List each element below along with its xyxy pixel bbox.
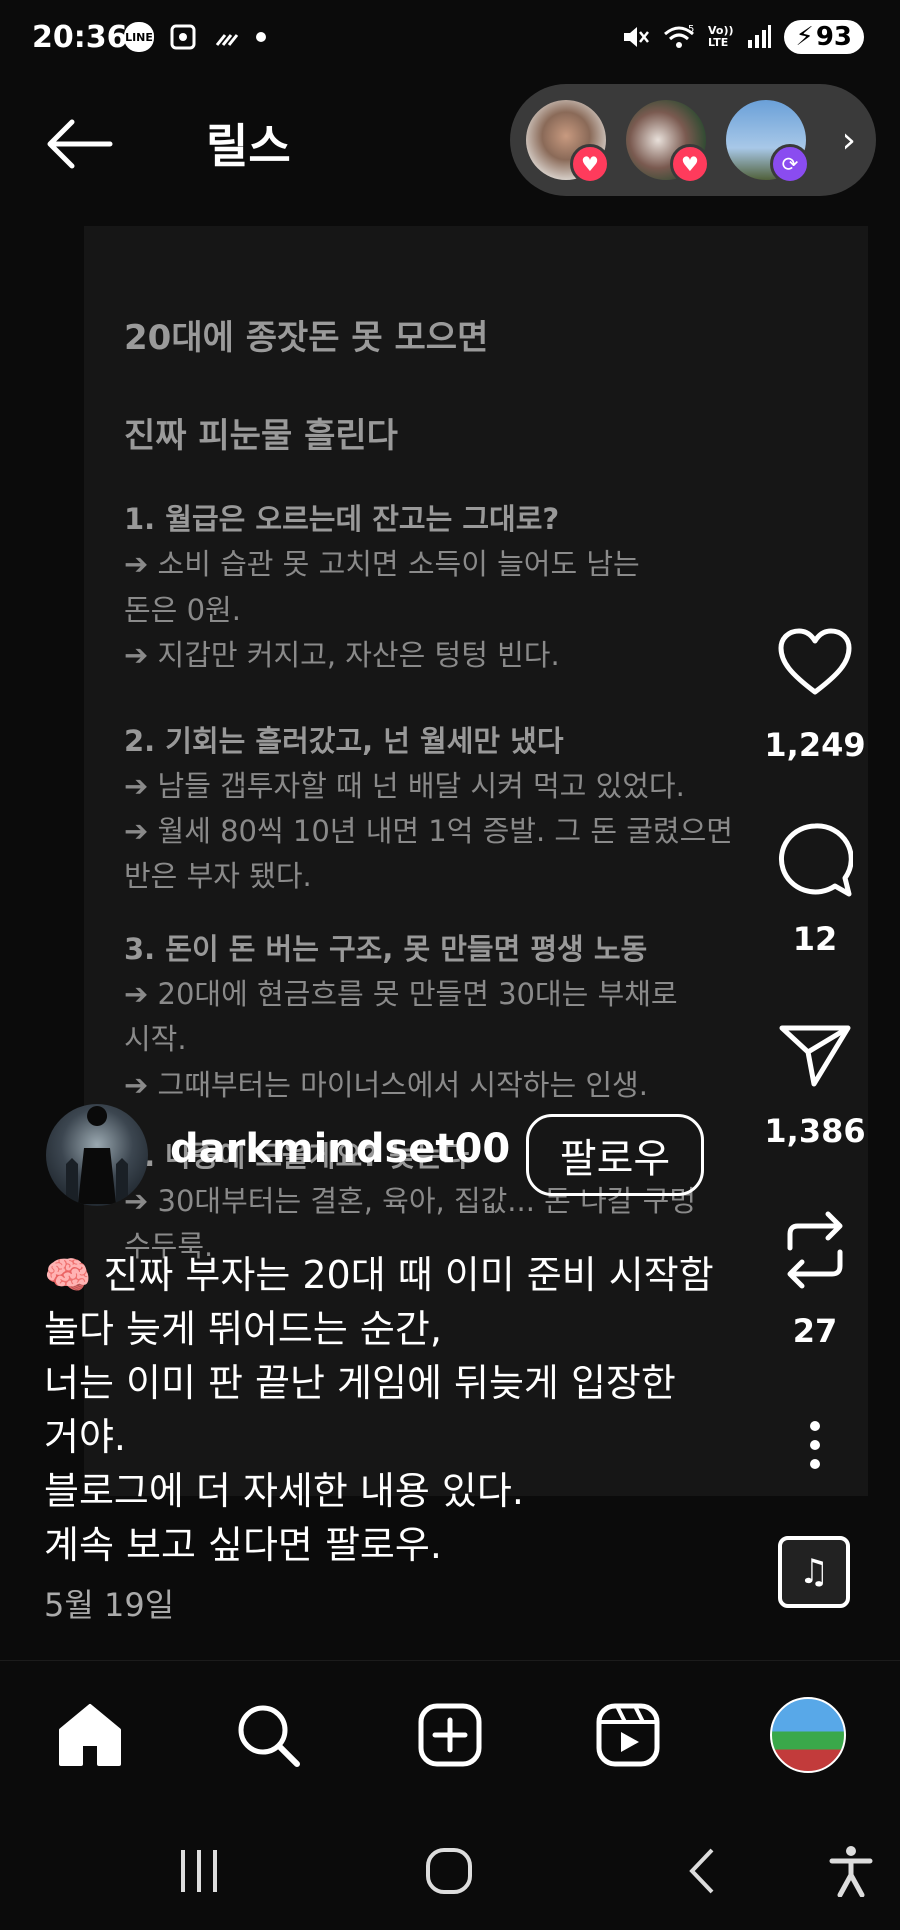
heart-icon: ♥ [670,144,710,184]
follow-button[interactable]: 팔로우 [526,1114,704,1196]
caption-line: 놀다 늦게 뛰어드는 순간, [44,1307,442,1351]
post-text-line: ➔ 그때부터는 마이너스에서 시작하는 인생. [124,1068,648,1102]
caption-line: 블로그에 더 자세한 내용 있다. [44,1469,524,1513]
friends-activity-pill[interactable]: ♥ ♥ ⟳ › [510,84,876,196]
send-icon[interactable] [778,1022,852,1088]
accessibility-icon[interactable] [828,1845,874,1897]
like-count: 1,249 [764,726,866,764]
nav-home[interactable] [52,1697,128,1773]
mute-icon [624,27,649,47]
nav-reels[interactable] [590,1697,666,1773]
notification-dot-icon [256,32,266,42]
caption-line: 계속 보고 싶다면 팔로우. [44,1523,442,1567]
share-count: 1,386 [764,1112,866,1150]
more-options-button[interactable] [760,1420,870,1470]
username[interactable]: darkmindset00 [170,1126,510,1172]
post-text-line: 1. 월급은 오르는데 잔고는 그대로? [124,502,560,536]
post-title-line-1: 20대에 종잣돈 못 모으면 [124,318,489,358]
system-navigation-bar [0,1810,900,1930]
cellular-signal-icon [747,25,771,48]
caption[interactable]: 🧠 진짜 부자는 20대 때 이미 준비 시작함 놀다 늦게 뛰어드는 순간, … [44,1248,764,1572]
post-text-line: 시작. [124,1022,187,1056]
volte-icon: Vo)) LTE [708,24,734,49]
nav-search[interactable] [230,1697,306,1773]
recents-button[interactable] [164,1836,234,1906]
reels-icon[interactable] [595,1702,661,1768]
repost-icon: ⟳ [770,144,810,184]
battery-indicator: ⚡ 93 [783,20,864,54]
story-avatar-3[interactable]: ⟳ [726,100,810,184]
home-circle-icon[interactable] [424,1846,474,1896]
caption-line: 🧠 진짜 부자는 20대 때 이미 준비 시작함 [44,1253,714,1297]
status-time: 20:36 [32,20,128,55]
post-text-line: 반은 부자 됐다. [124,859,312,893]
comment-icon[interactable] [777,822,853,898]
audio-track-button[interactable]: ♫ [778,1536,850,1608]
post-text-line: 2. 기회는 흘러갔고, 넌 월세만 냈다 [124,724,564,758]
post-text-line: ➔ 월세 80씩 10년 내면 1억 증발. 그 돈 굴렸으면 [124,814,733,848]
share-action[interactable]: 1,386 [760,1022,870,1150]
accessibility-button[interactable] [816,1836,886,1906]
post-text-line: ➔ 남들 갭투자할 때 넌 배달 시켜 먹고 있었다. [124,769,685,803]
line-app-icon: LINE [124,22,154,52]
home-system-button[interactable] [414,1836,484,1906]
screenshot-icon [168,22,198,52]
more-vertical-icon[interactable] [805,1420,825,1470]
bottom-navigation [0,1660,900,1811]
signal-slash-icon [212,22,242,52]
back-arrow-icon[interactable] [44,118,114,170]
like-action[interactable]: 1,249 [760,628,870,764]
charging-bolt-icon: ⚡ [795,22,814,52]
status-right-icons: 5 Vo)) LTE ⚡ 93 [620,20,864,54]
comment-action[interactable]: 12 [760,822,870,958]
post-text-line: 돈은 0원. [124,593,241,627]
nav-create[interactable] [412,1697,488,1773]
repost-icon[interactable] [780,1210,850,1290]
nav-profile[interactable] [770,1697,846,1773]
wifi-icon: 5 [664,24,694,48]
repost-count: 27 [792,1312,838,1350]
back-system-button[interactable] [666,1836,736,1906]
post-text-line: 3. 돈이 돈 버는 구조, 못 만들면 평생 노동 [124,932,648,966]
status-bar: 20:36 LINE 5 Vo)) LTE ⚡ 93 [0,0,900,80]
music-note-icon: ♫ [798,1552,830,1592]
create-icon[interactable] [417,1702,483,1768]
status-left-icons: LINE [124,22,266,52]
post-text-line: ➔ 소비 습관 못 고치면 소득이 늘어도 남는 [124,547,640,581]
post-text-line: ➔ 20대에 현금흐름 못 만들면 30대는 부채로 [124,977,678,1011]
repost-action[interactable]: 27 [760,1210,870,1350]
recents-icon[interactable] [177,1848,221,1894]
heart-icon: ♥ [570,144,610,184]
caption-line: 너는 이미 판 끝난 게임에 뒤늦게 입장한 [44,1361,676,1405]
home-icon[interactable] [55,1702,125,1768]
user-avatar[interactable] [46,1104,148,1206]
search-icon[interactable] [235,1702,301,1768]
chevron-right-icon: › [841,120,856,161]
caption-line: 거야. [44,1415,126,1459]
post-text-line: ➔ 지갑만 커지고, 자산은 텅텅 빈다. [124,638,560,672]
comment-count: 12 [792,920,838,958]
back-chevron-icon[interactable] [684,1846,718,1896]
svg-text:5: 5 [688,24,694,35]
post-title-line-2: 진짜 피눈물 흘린다 [124,416,398,456]
post-date: 5월 19일 [44,1586,175,1624]
story-avatar-2[interactable]: ♥ [626,100,710,184]
heart-icon[interactable] [777,628,853,698]
page-title: 릴스 [206,119,291,173]
story-avatar-1[interactable]: ♥ [526,100,610,184]
profile-avatar[interactable] [770,1697,846,1773]
